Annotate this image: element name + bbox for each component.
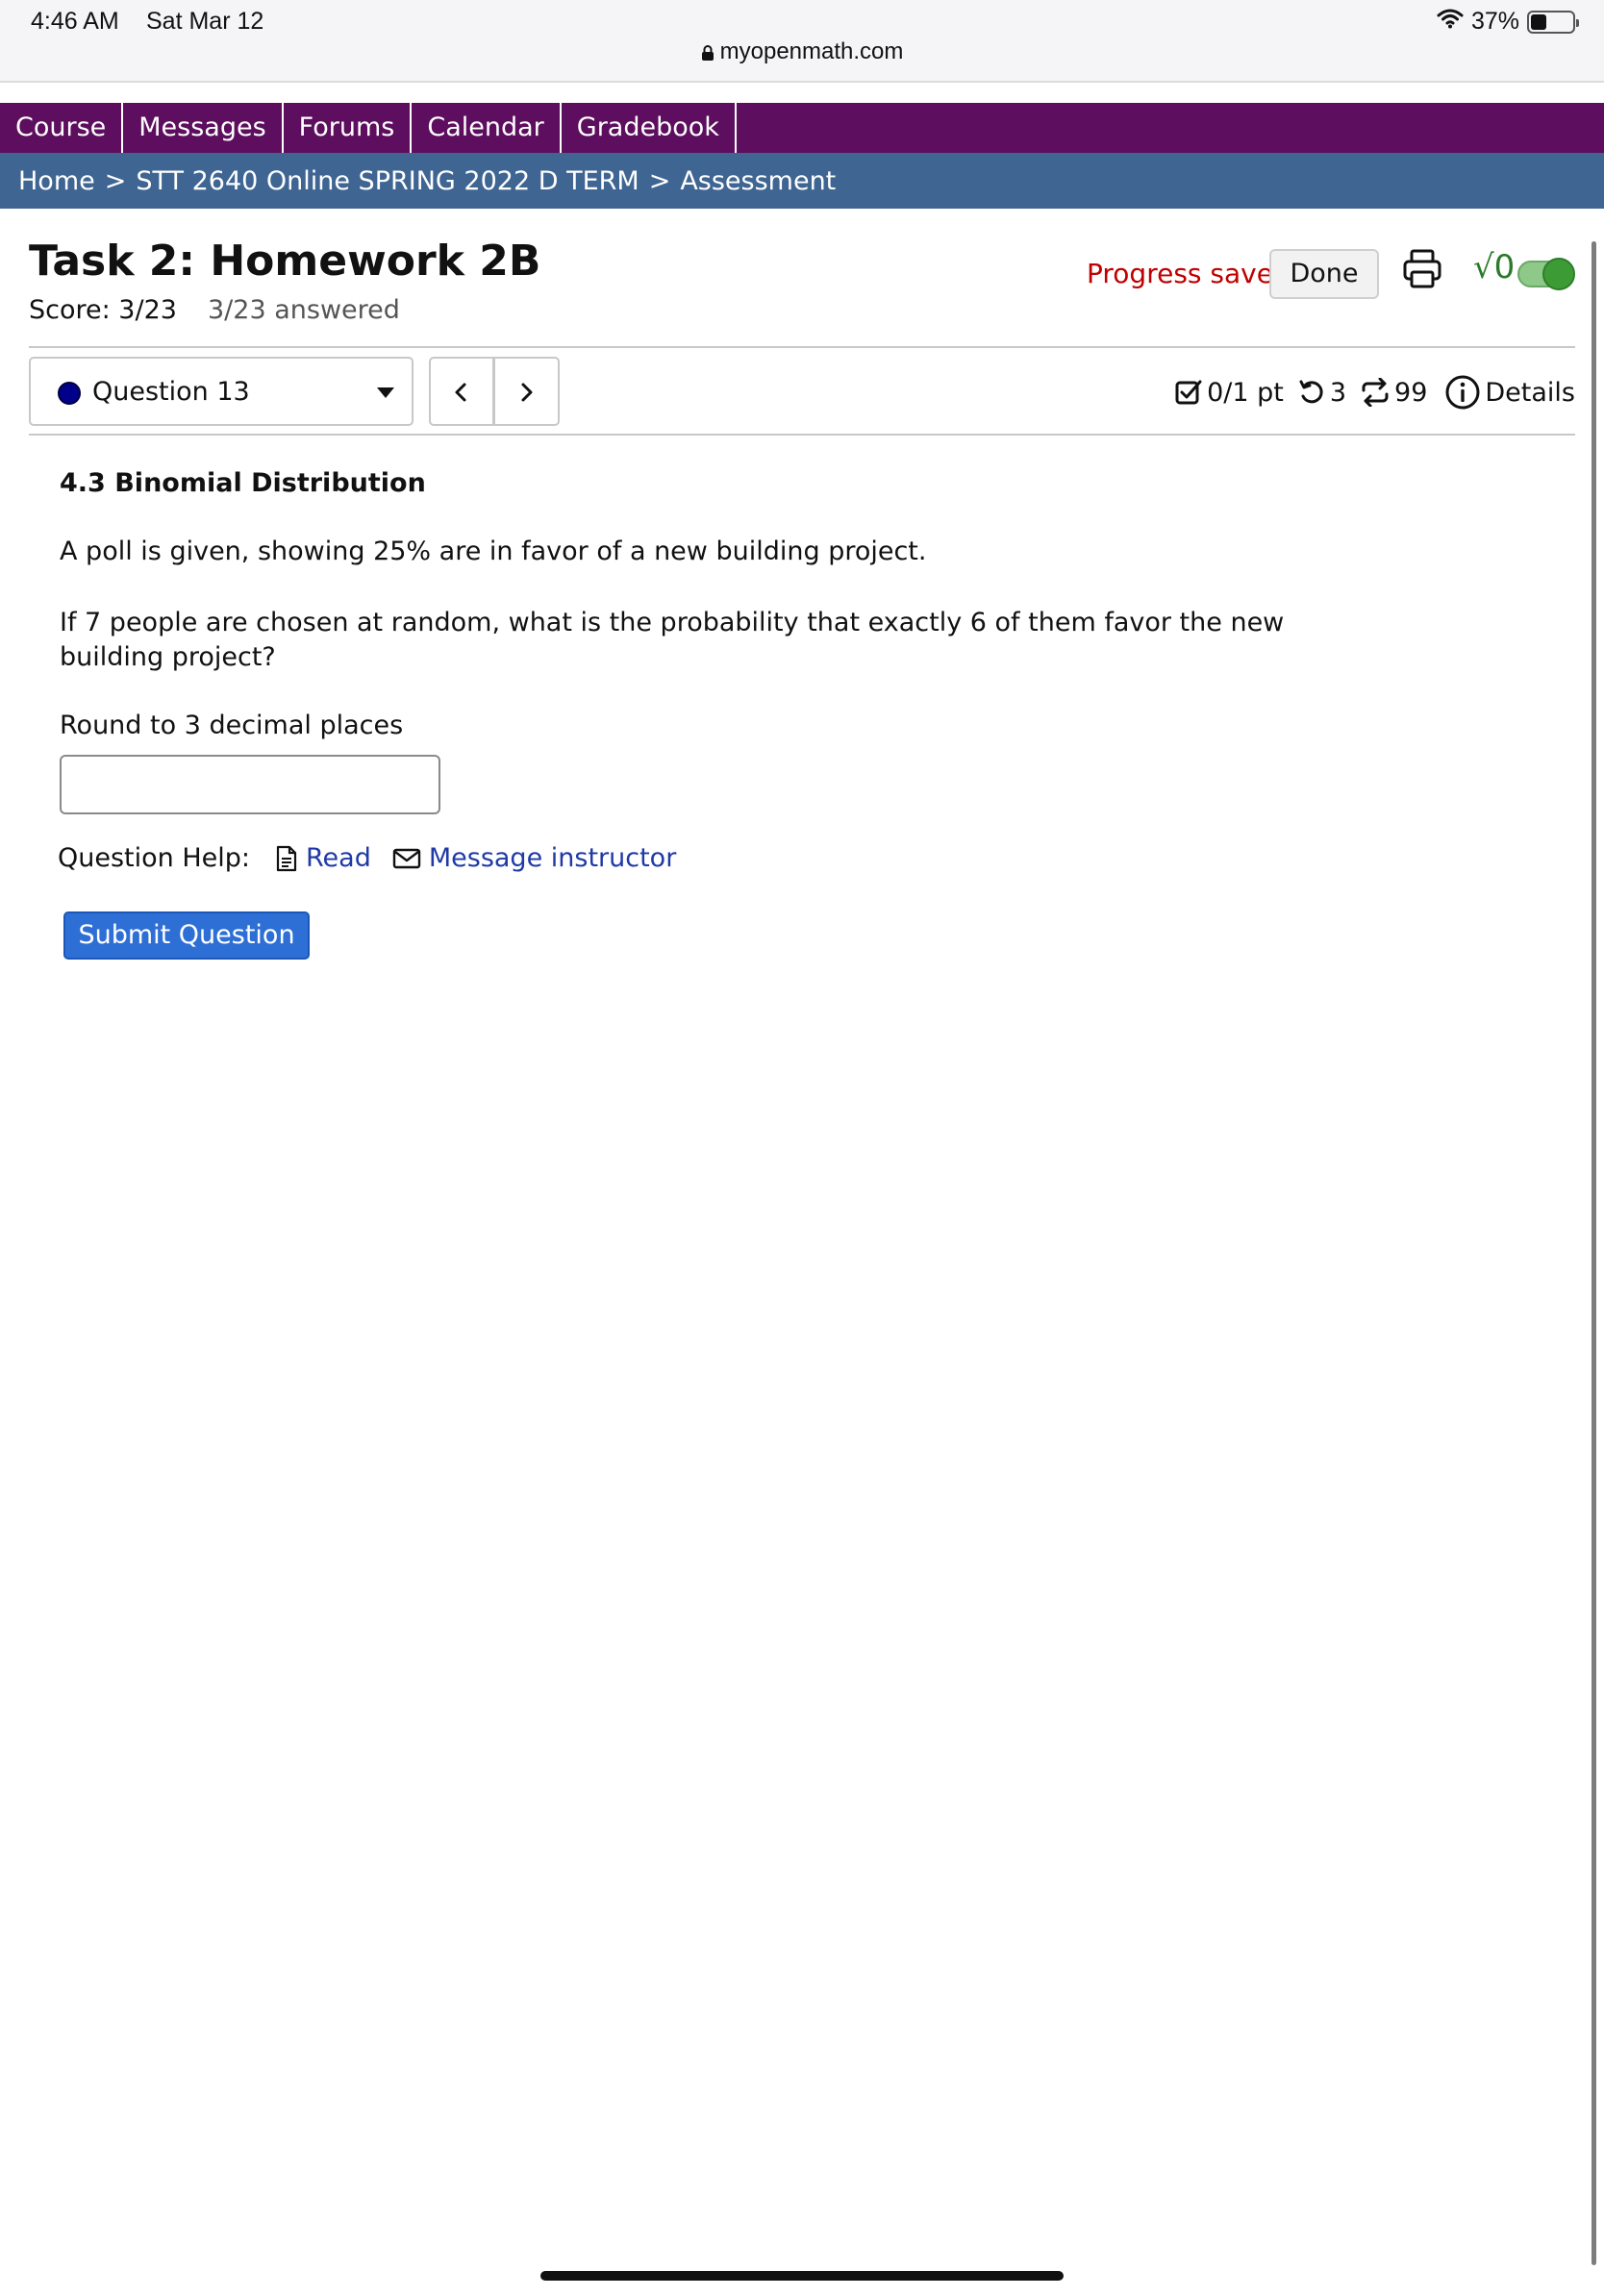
status-bar: 4:46 AM Sat Mar 12 myopenmath.com 37% xyxy=(0,0,1604,83)
versions-count: 99 xyxy=(1394,377,1428,408)
nav-calendar[interactable]: Calendar xyxy=(412,103,562,153)
address-bar[interactable]: myopenmath.com xyxy=(0,38,1604,68)
next-question-button[interactable] xyxy=(494,357,560,426)
nav-gradebook[interactable]: Gradebook xyxy=(562,103,737,153)
versions-icon xyxy=(1362,378,1389,407)
submit-question-button[interactable]: Submit Question xyxy=(63,911,310,960)
divider xyxy=(29,434,1575,436)
rounding-instruction: Round to 3 decimal places xyxy=(60,711,404,740)
previous-question-button[interactable] xyxy=(429,357,494,426)
math-entry-toggle[interactable] xyxy=(1517,258,1575,290)
status-date: Sat Mar 12 xyxy=(146,8,264,35)
document-icon xyxy=(276,845,297,871)
print-icon[interactable] xyxy=(1402,248,1442,290)
retries-group: 3 xyxy=(1297,378,1346,408)
read-link[interactable]: Read xyxy=(275,843,371,873)
lock-icon xyxy=(701,41,714,68)
question-help-label: Question Help: xyxy=(58,843,250,873)
details-label: Details xyxy=(1485,377,1575,408)
question-prompt: If 7 people are chosen at random, what i… xyxy=(60,608,1285,672)
sqrt-icon[interactable]: √0 xyxy=(1473,248,1515,287)
url-text: myopenmath.com xyxy=(719,38,904,64)
done-button[interactable]: Done xyxy=(1269,249,1379,299)
question-help: Question Help: Read Message instructor xyxy=(58,843,676,873)
progress-saved-status: Progress saved xyxy=(1087,258,1291,289)
nav-messages[interactable]: Messages xyxy=(123,103,284,153)
status-time: 4:46 AM xyxy=(31,8,119,35)
answered-count: 3/23 answered xyxy=(208,295,400,325)
question-text: A poll is given, showing 25% are in favo… xyxy=(60,537,927,566)
nav-forums[interactable]: Forums xyxy=(284,103,413,153)
points-text: 0/1 pt xyxy=(1207,377,1284,408)
question-section-title: 4.3 Binomial Distribution xyxy=(60,468,426,498)
status-right: 37% xyxy=(1437,8,1579,36)
score-text: Score: 3/23 xyxy=(29,295,177,325)
question-status-dot-icon xyxy=(58,382,81,405)
breadcrumb-separator: > xyxy=(104,165,127,196)
message-instructor-link[interactable]: Message instructor xyxy=(392,843,676,873)
breadcrumb-home[interactable]: Home xyxy=(18,166,95,196)
battery-percent: 37% xyxy=(1470,8,1519,35)
checkbox-icon xyxy=(1175,380,1202,405)
versions-group: 99 xyxy=(1360,378,1427,408)
wifi-icon xyxy=(1437,8,1464,36)
toggle-knob xyxy=(1542,258,1575,290)
question-meta: 0/1 pt 3 99 Details xyxy=(1174,374,1575,411)
points-group: 0/1 pt xyxy=(1174,378,1284,408)
mail-icon xyxy=(392,848,421,868)
home-indicator[interactable] xyxy=(540,2271,1064,2281)
breadcrumb: Home > STT 2640 Online SPRING 2022 D TER… xyxy=(0,153,1604,209)
retry-icon xyxy=(1299,380,1323,404)
scrollbar[interactable] xyxy=(1591,241,1596,2265)
message-instructor-label: Message instructor xyxy=(428,843,677,873)
chevron-left-icon xyxy=(455,383,466,402)
breadcrumb-current: Assessment xyxy=(680,165,837,196)
details-button[interactable]: Details xyxy=(1444,374,1575,411)
breadcrumb-course[interactable]: STT 2640 Online SPRING 2022 D TERM xyxy=(136,166,639,196)
info-icon xyxy=(1445,375,1480,410)
page-title: Task 2: Homework 2B xyxy=(29,237,541,286)
battery-icon xyxy=(1527,10,1579,34)
caret-down-icon xyxy=(377,387,394,398)
chevron-right-icon xyxy=(521,383,533,402)
divider xyxy=(29,346,1575,348)
main-nav: Course Messages Forums Calendar Gradeboo… xyxy=(0,103,1604,153)
nav-course[interactable]: Course xyxy=(0,103,124,153)
question-select-value: Question 13 xyxy=(92,377,250,407)
answer-input[interactable] xyxy=(60,755,440,814)
retries-count: 3 xyxy=(1329,377,1347,408)
breadcrumb-separator: > xyxy=(648,165,671,196)
read-link-label: Read xyxy=(306,843,371,873)
question-select[interactable]: Question 13 xyxy=(29,357,414,426)
